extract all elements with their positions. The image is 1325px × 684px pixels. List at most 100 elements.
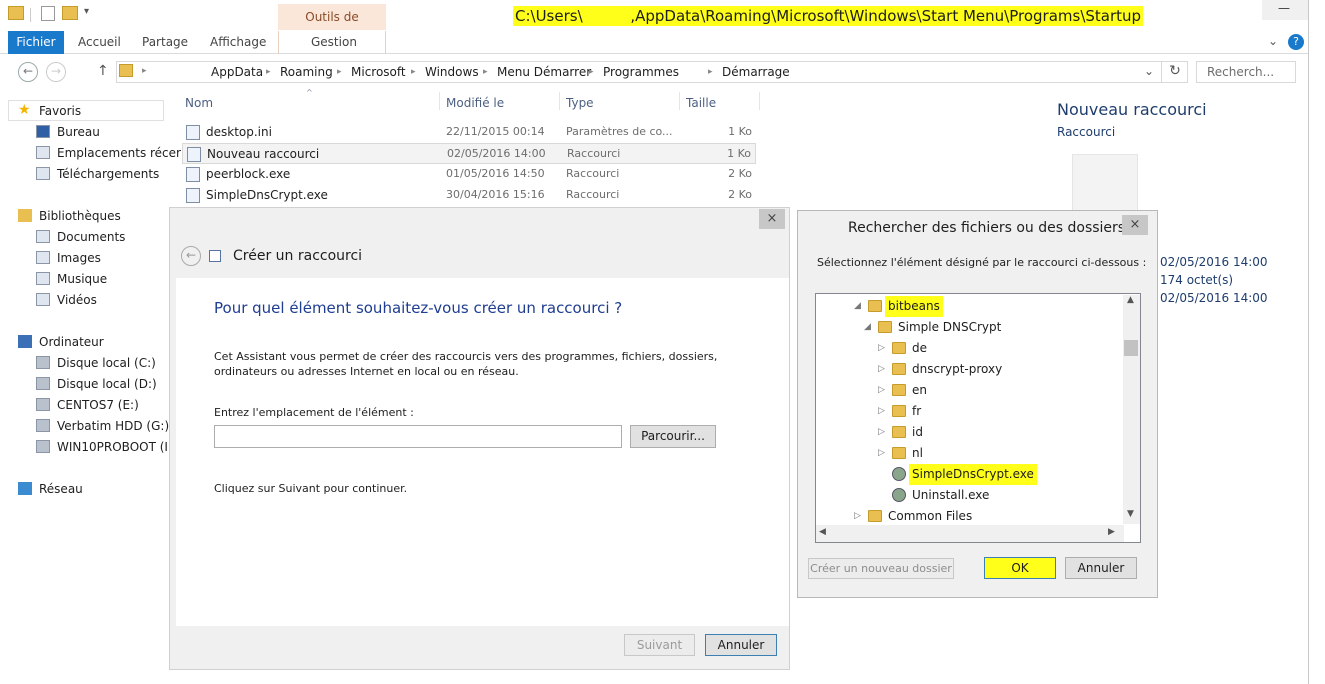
vertical-scrollbar[interactable]: ▲ ▼ (1123, 295, 1140, 524)
chevron-down-icon[interactable]: ⌄ (1268, 34, 1278, 48)
preview-subtitle: Raccourci (1057, 125, 1116, 139)
collapsed-arrow-icon[interactable]: ▷ (878, 422, 885, 443)
refresh-button[interactable]: ↻ (1161, 61, 1188, 83)
minimize-icon[interactable]: — (1278, 1, 1290, 15)
tree-file[interactable]: Uninstall.exe (816, 485, 1122, 506)
collapsed-arrow-icon[interactable]: ▷ (878, 443, 885, 464)
scroll-down-icon[interactable]: ▼ (1127, 509, 1134, 519)
breadcrumb-item[interactable]: Menu Démarrer (497, 65, 591, 79)
scroll-left-icon[interactable]: ◀ (819, 527, 826, 537)
collapsed-arrow-icon[interactable]: ▷ (878, 359, 885, 380)
folder-icon (892, 363, 906, 375)
column-header-name[interactable]: Nom (185, 96, 213, 110)
cancel-button[interactable]: Annuler (705, 634, 777, 656)
divider (30, 8, 31, 22)
tree-folder[interactable]: ▷ id (816, 422, 1122, 443)
expanded-arrow-icon[interactable]: ◢ (864, 317, 871, 338)
file-name: desktop.ini (206, 125, 272, 139)
breadcrumb-separator[interactable]: ▸ (589, 67, 594, 77)
divider[interactable] (559, 92, 560, 110)
close-button[interactable]: × (1122, 215, 1148, 235)
divider[interactable] (679, 92, 680, 110)
divider[interactable] (439, 92, 440, 110)
new-folder-button[interactable]: Créer un nouveau dossier (808, 558, 954, 579)
tree-folder[interactable]: ◢ Simple DNSCrypt (816, 317, 1122, 338)
tree-folder[interactable]: ▷ Common Files (816, 506, 1122, 527)
breadcrumb-item[interactable]: Démarrage (722, 65, 790, 79)
new-folder-icon[interactable] (62, 6, 78, 20)
breadcrumb-item[interactable]: Microsoft (351, 65, 406, 79)
search-input[interactable]: Recherch... (1196, 61, 1296, 83)
column-header-modified[interactable]: Modifié le (446, 96, 504, 110)
breadcrumb-separator[interactable]: ▸ (411, 67, 416, 77)
sidebar-group-label: Réseau (39, 482, 83, 496)
properties-icon[interactable] (41, 6, 55, 21)
back-button[interactable]: ← (18, 62, 38, 82)
scroll-right-icon[interactable]: ▶ (1108, 527, 1115, 537)
tree-label: nl (912, 446, 923, 460)
folder-icon (892, 384, 906, 396)
desktop-icon (36, 125, 50, 138)
tree-folder[interactable]: ▷ de (816, 338, 1122, 359)
help-icon[interactable]: ? (1288, 34, 1304, 50)
tree-folder[interactable]: ◢ bitbeans (816, 296, 1122, 317)
drive-icon (36, 419, 50, 432)
tab-partage[interactable]: Partage (142, 31, 188, 54)
file-row[interactable]: desktop.ini 22/11/2015 00:14 Paramètres de… (182, 122, 756, 143)
scroll-up-icon[interactable]: ▲ (1127, 295, 1134, 305)
tree-label: Common Files (888, 509, 973, 523)
collapsed-arrow-icon[interactable]: ▷ (878, 401, 885, 422)
file-row[interactable]: peerblock.exe 01/05/2016 14:50 Raccourci 2 … (182, 164, 756, 185)
file-row[interactable]: Nouveau raccourci 02/05/2016 14:00 Raccour… (182, 143, 756, 164)
browse-dialog-title: Rechercher des fichiers ou des dossiers (848, 220, 1126, 236)
folder-tree[interactable]: ◢ bitbeans ◢ Simple DNSCrypt ▷ de ▷ dnscrypt-pr… (815, 293, 1141, 543)
ok-button[interactable]: OK (984, 557, 1056, 579)
browse-button[interactable]: Parcourir... (630, 425, 716, 448)
address-dropdown-button[interactable]: ⌄ (1144, 64, 1154, 78)
cancel-button[interactable]: Annuler (1065, 557, 1137, 579)
tab-affichage[interactable]: Affichage (210, 31, 266, 54)
breadcrumb-separator[interactable]: ▸ (266, 67, 271, 77)
tab-fichier[interactable]: Fichier (8, 31, 64, 54)
tab-accueil[interactable]: Accueil (78, 31, 121, 54)
next-button[interactable]: Suivant (624, 634, 695, 656)
folder-icon (892, 426, 906, 438)
file-size: 2 Ko (728, 167, 752, 180)
breadcrumb-item[interactable]: AppData (211, 65, 263, 79)
column-header-size[interactable]: Taille (686, 96, 716, 110)
up-button[interactable]: ↑ (97, 63, 109, 79)
drive-icon (36, 440, 50, 453)
drive-icon (36, 398, 50, 411)
document-icon (36, 230, 50, 243)
scrollbar-thumb[interactable] (1124, 340, 1138, 356)
collapsed-arrow-icon[interactable]: ▷ (854, 506, 861, 527)
divider[interactable] (759, 92, 760, 110)
file-modified: 30/04/2016 15:16 (446, 188, 545, 201)
forward-button[interactable]: → (46, 62, 66, 82)
breadcrumb-item[interactable]: Windows (425, 65, 479, 79)
customize-quick-access-icon[interactable]: ▾ (84, 6, 89, 17)
tree-folder[interactable]: ▷ en (816, 380, 1122, 401)
breadcrumb-separator[interactable]: ▸ (337, 67, 342, 77)
column-header-type[interactable]: Type (566, 96, 594, 110)
tree-folder[interactable]: ▷ dnscrypt-proxy (816, 359, 1122, 380)
file-row[interactable]: SimpleDnsCrypt.exe 30/04/2016 15:16 Raccou… (182, 185, 756, 206)
tab-gestion[interactable]: Gestion (311, 31, 357, 54)
tree-folder[interactable]: ▷ fr (816, 401, 1122, 422)
window-controls[interactable]: — (1262, 0, 1308, 20)
back-arrow-icon[interactable]: ← (181, 246, 201, 266)
tree-folder[interactable]: ▷ nl (816, 443, 1122, 464)
collapsed-arrow-icon[interactable]: ▷ (878, 380, 885, 401)
collapsed-arrow-icon[interactable]: ▷ (878, 338, 885, 359)
horizontal-scrollbar[interactable]: ◀ ▶ (816, 525, 1124, 542)
close-button[interactable]: × (759, 209, 785, 229)
breadcrumb-separator[interactable]: ▸ (708, 67, 713, 77)
location-input[interactable] (214, 425, 622, 448)
breadcrumb-item[interactable]: Roaming (280, 65, 333, 79)
expanded-arrow-icon[interactable]: ◢ (854, 296, 861, 317)
breadcrumb-separator[interactable]: ▸ (483, 67, 488, 77)
file-name: Nouveau raccourci (207, 147, 320, 161)
breadcrumb-item[interactable]: Programmes (603, 65, 679, 79)
file-size: 1 Ko (728, 125, 752, 138)
tree-file[interactable]: SimpleDnsCrypt.exe (816, 464, 1122, 485)
